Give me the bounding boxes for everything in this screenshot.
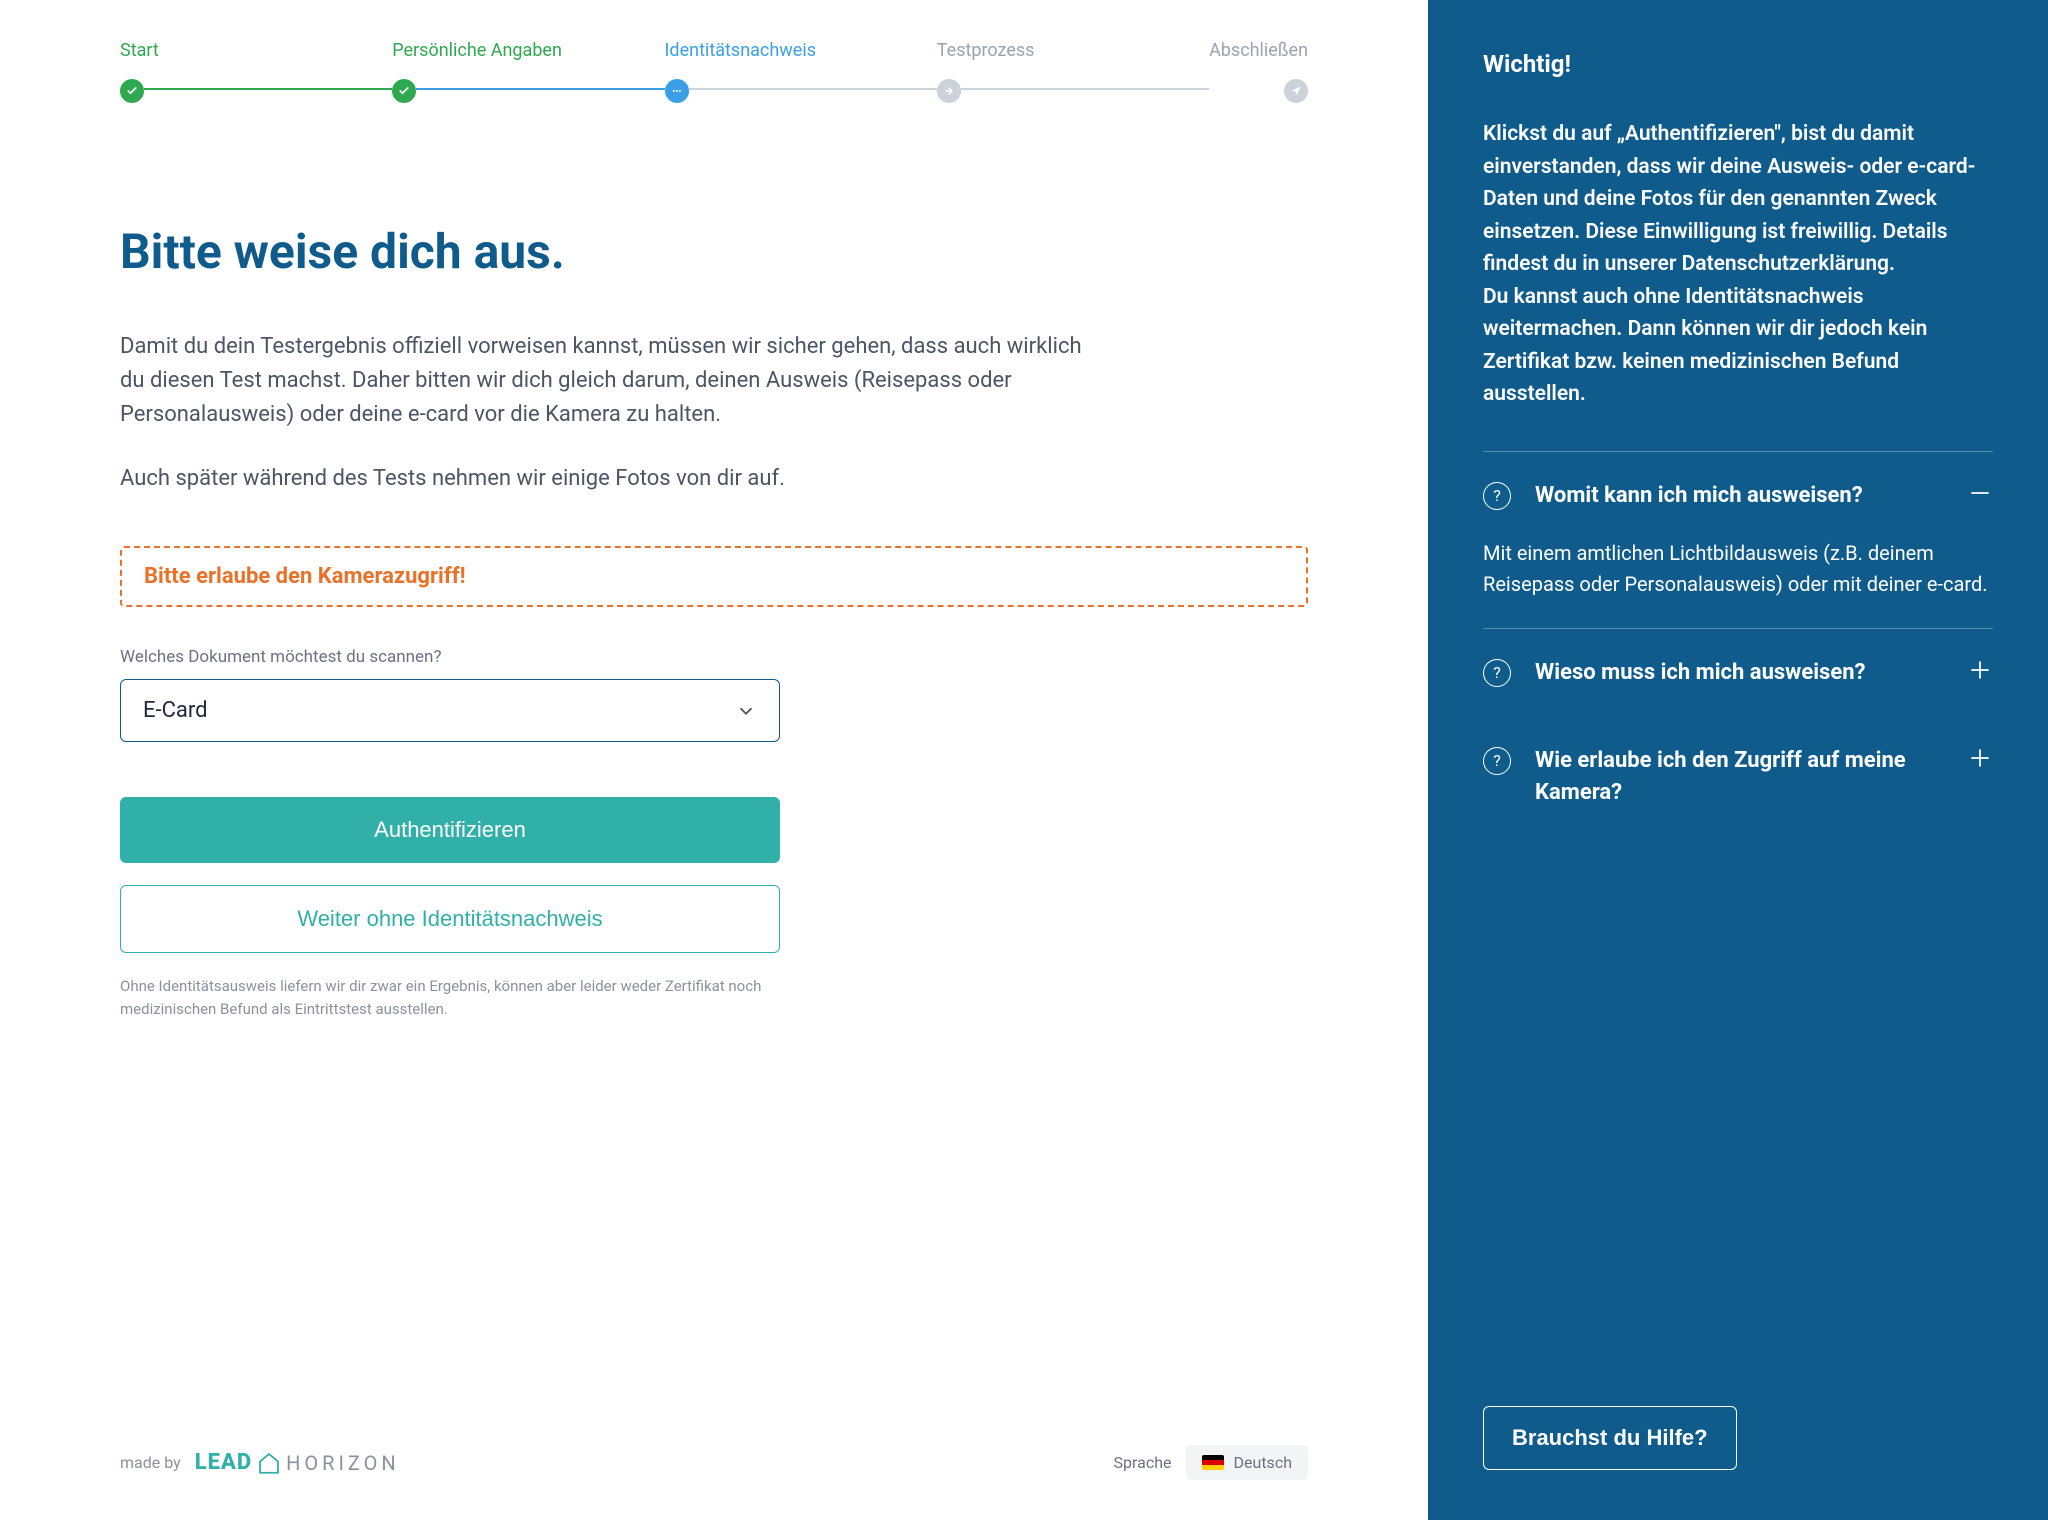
- made-by-label: made by: [120, 1453, 181, 1472]
- step-personal: Persönliche Angaben: [392, 40, 664, 103]
- question-icon: ?: [1483, 659, 1511, 687]
- faq-item-1: ? Womit kann ich mich ausweisen? Mit ein…: [1483, 452, 1993, 628]
- step-connector: [416, 88, 664, 90]
- flag-de-icon: [1202, 1455, 1224, 1470]
- question-icon: ?: [1483, 482, 1511, 510]
- authenticate-button[interactable]: Authentifizieren: [120, 797, 780, 863]
- intro-paragraph-2: Auch später während des Tests nehmen wir…: [120, 462, 1100, 496]
- chevron-down-icon: [735, 700, 757, 722]
- document-select[interactable]: E-Card: [120, 679, 780, 742]
- send-icon: [1284, 79, 1308, 103]
- skip-identity-note: Ohne Identitätsausweis liefern wir dir z…: [120, 975, 780, 1020]
- step-connector: [961, 88, 1209, 90]
- progress-stepper: Start Persönliche Angaben Identitätsnach…: [120, 40, 1308, 103]
- main-content: Start Persönliche Angaben Identitätsnach…: [0, 0, 1428, 1520]
- house-icon: [256, 1450, 282, 1476]
- help-button[interactable]: Brauchst du Hilfe?: [1483, 1406, 1737, 1470]
- camera-permission-warning: Bitte erlaube den Kamerazugriff!: [120, 546, 1308, 607]
- brand-lead: LEAD: [195, 1450, 252, 1475]
- info-sidebar: Wichtig! Klickst du auf „Authentifiziere…: [1428, 0, 2048, 1520]
- step-start: Start: [120, 40, 392, 103]
- skip-identity-button[interactable]: Weiter ohne Identitätsnachweis: [120, 885, 780, 953]
- language-value: Deutsch: [1234, 1453, 1292, 1472]
- document-select-label: Welches Dokument möchtest du scannen?: [120, 647, 1308, 667]
- step-connector: [144, 88, 392, 90]
- language-button[interactable]: Deutsch: [1186, 1445, 1308, 1480]
- brand-logo: LEAD HORIZON: [195, 1450, 400, 1476]
- minus-icon: [1967, 480, 1993, 506]
- faq-item-3: ? Wie erlaube ich den Zugriff auf meine …: [1483, 717, 1993, 837]
- check-icon: [392, 79, 416, 103]
- faq-toggle-3[interactable]: ? Wie erlaube ich den Zugriff auf meine …: [1483, 745, 1993, 809]
- step-label: Testprozess: [937, 40, 1035, 61]
- step-label: Persönliche Angaben: [392, 40, 562, 61]
- page-title: Bitte weise dich aus.: [120, 223, 1308, 280]
- plus-icon: [1967, 657, 1993, 683]
- faq-answer: Mit einem amtlichen Lichtbildausweis (z.…: [1483, 538, 1993, 600]
- footer: made by LEAD HORIZON Sprache Deutsch: [120, 1365, 1308, 1480]
- faq-question: Wieso muss ich mich ausweisen?: [1535, 657, 1943, 689]
- check-icon: [120, 79, 144, 103]
- sidebar-heading: Wichtig!: [1483, 50, 1993, 78]
- brand-horizon: HORIZON: [286, 1451, 400, 1475]
- arrow-right-icon: [937, 79, 961, 103]
- step-testprocess: Testprozess: [937, 40, 1209, 103]
- language-selector: Sprache Deutsch: [1114, 1445, 1308, 1480]
- plus-icon: [1967, 745, 1993, 771]
- faq-question: Womit kann ich mich ausweisen?: [1535, 480, 1943, 512]
- question-icon: ?: [1483, 747, 1511, 775]
- sidebar-info-text: Klickst du auf „Authentifizieren", bist …: [1483, 118, 1993, 411]
- step-label: Abschließen: [1209, 40, 1308, 61]
- selected-value: E-Card: [143, 698, 208, 723]
- step-label: Start: [120, 40, 159, 61]
- faq-toggle-1[interactable]: ? Womit kann ich mich ausweisen?: [1483, 480, 1993, 512]
- step-finish: Abschließen: [1209, 40, 1308, 103]
- step-identity: Identitätsnachweis: [665, 40, 937, 103]
- faq-item-2: ? Wieso muss ich mich ausweisen?: [1483, 629, 1993, 717]
- intro-paragraph-1: Damit du dein Testergebnis offiziell vor…: [120, 330, 1100, 432]
- language-label: Sprache: [1114, 1453, 1172, 1472]
- dots-icon: [665, 79, 689, 103]
- faq-question: Wie erlaube ich den Zugriff auf meine Ka…: [1535, 745, 1943, 809]
- step-label: Identitätsnachweis: [665, 40, 816, 61]
- brand-credit: made by LEAD HORIZON: [120, 1450, 400, 1476]
- step-connector: [689, 88, 937, 90]
- faq-toggle-2[interactable]: ? Wieso muss ich mich ausweisen?: [1483, 657, 1993, 689]
